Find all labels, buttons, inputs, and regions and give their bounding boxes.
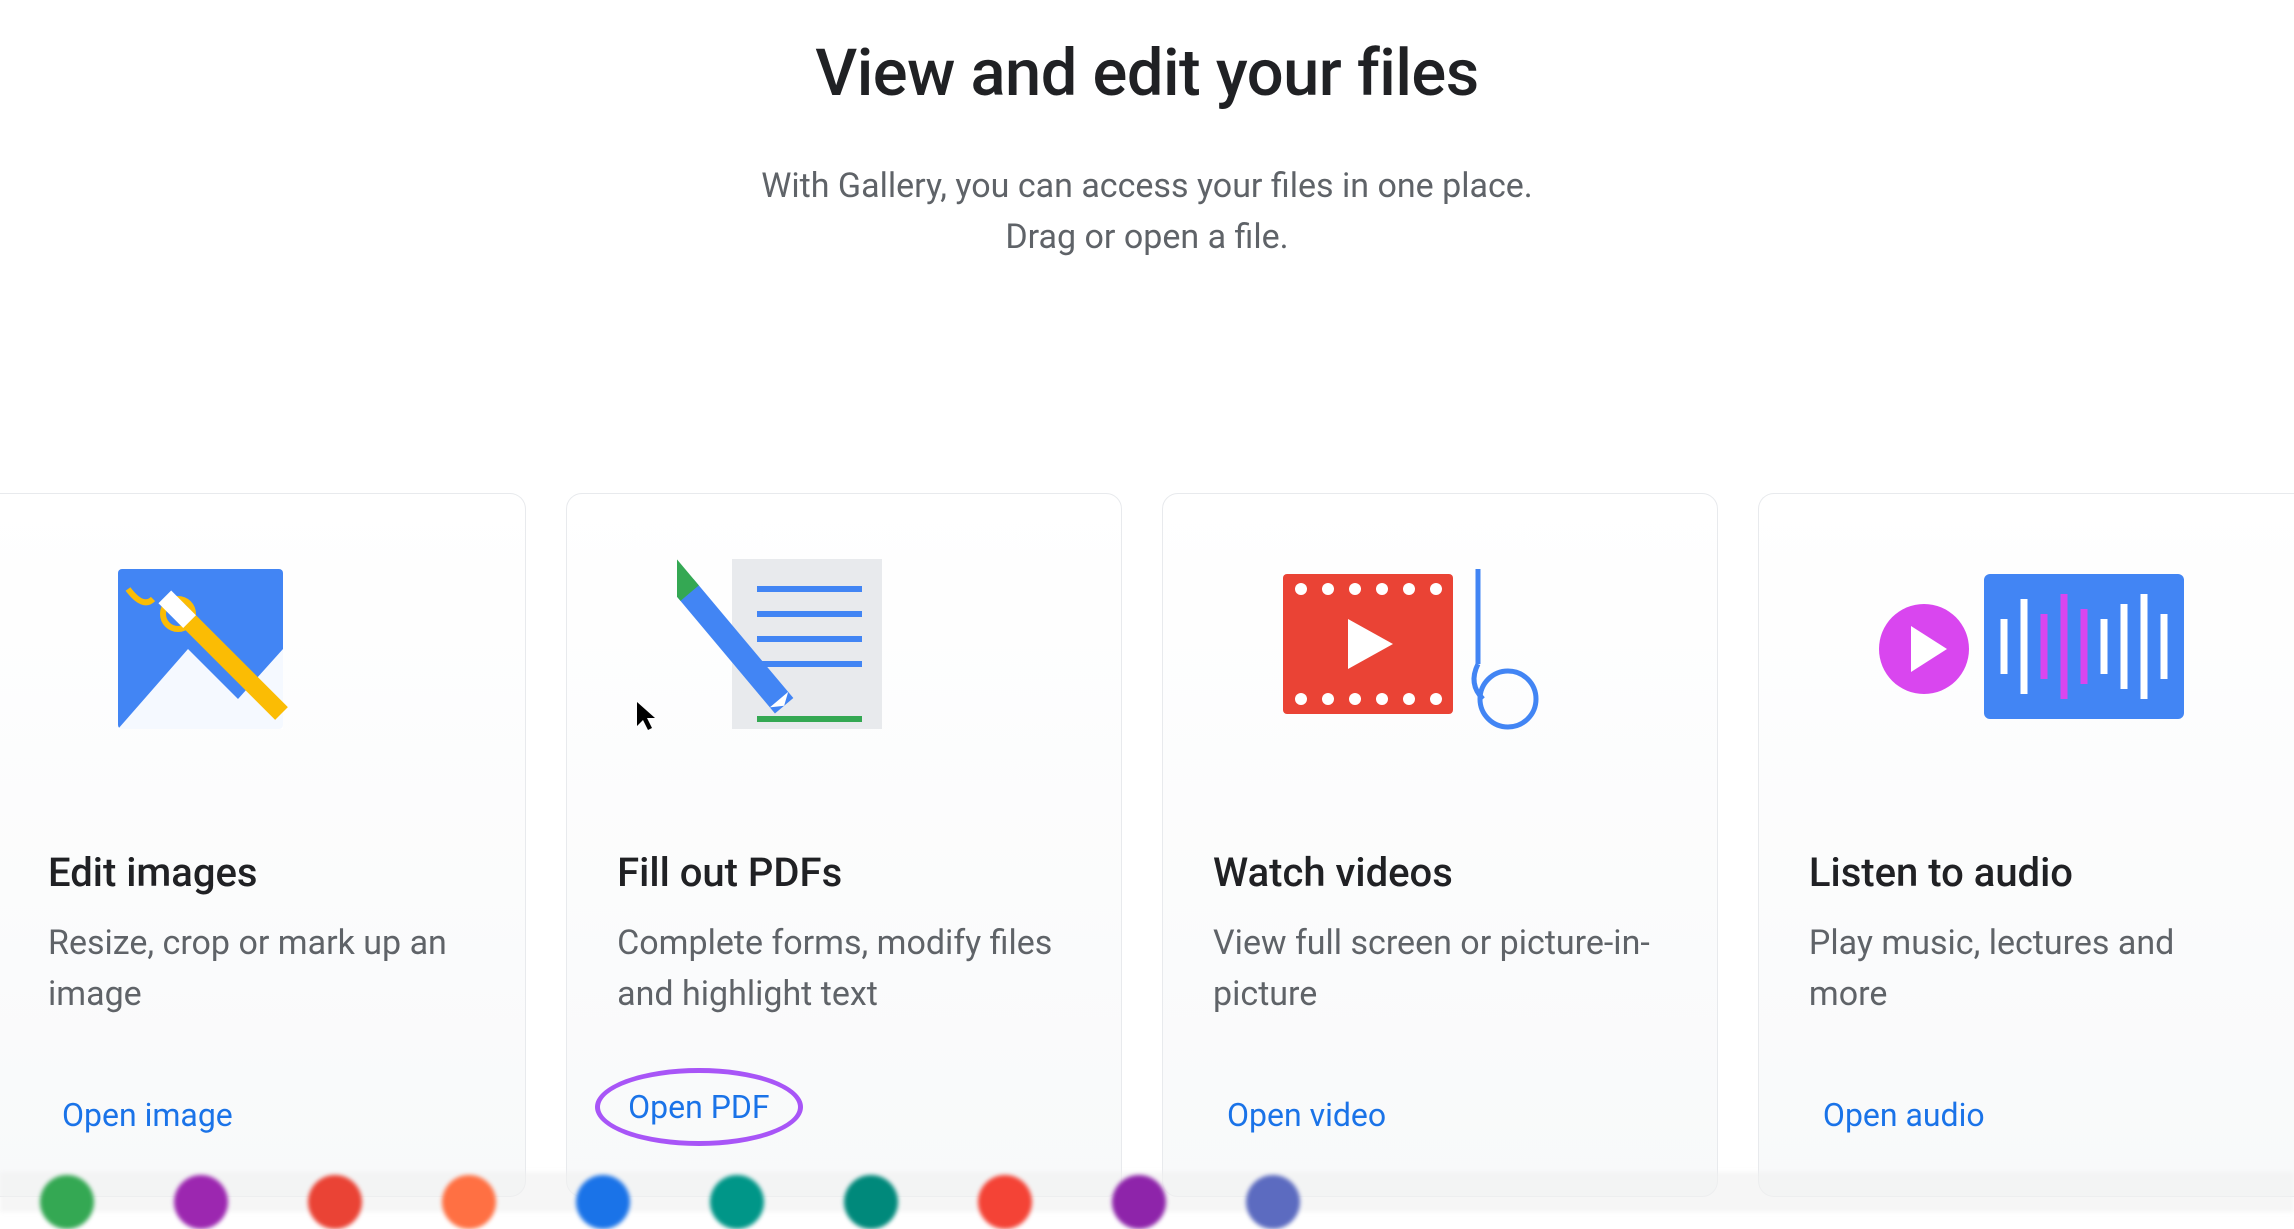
cards-container: Edit images Resize, crop or mark up an i… <box>0 493 2294 1197</box>
taskbar-app-icon[interactable] <box>1246 1175 1300 1229</box>
taskbar-app-icon[interactable] <box>174 1175 228 1229</box>
pdf-edit-icon <box>617 554 1071 734</box>
card-description: Resize, crop or mark up an image <box>48 918 475 1020</box>
taskbar-app-icon[interactable] <box>308 1175 362 1229</box>
open-pdf-button[interactable]: Open PDF <box>595 1068 802 1146</box>
mouse-cursor-icon <box>635 700 659 732</box>
video-play-icon <box>1213 554 1667 734</box>
card-description: View full screen or picture-in-picture <box>1213 918 1667 1020</box>
open-audio-button[interactable]: Open audio <box>1809 1088 1999 1142</box>
taskbar <box>0 1172 2294 1212</box>
taskbar-app-icon[interactable] <box>576 1175 630 1229</box>
taskbar-app-icon[interactable] <box>442 1175 496 1229</box>
card-title: Edit images <box>48 849 475 896</box>
page-subtitle: With Gallery, you can access your files … <box>0 161 2294 263</box>
taskbar-app-icon[interactable] <box>844 1175 898 1229</box>
taskbar-app-icon[interactable] <box>978 1175 1032 1229</box>
card-fill-pdfs: Fill out PDFs Complete forms, modify fil… <box>566 493 1122 1197</box>
taskbar-app-icon[interactable] <box>1112 1175 1166 1229</box>
card-description: Play music, lectures and more <box>1809 918 2244 1020</box>
card-title: Fill out PDFs <box>617 849 1071 896</box>
open-image-button[interactable]: Open image <box>48 1088 247 1142</box>
audio-waveform-icon <box>1809 554 2244 734</box>
page-title: View and edit your files <box>0 35 2294 111</box>
card-title: Listen to audio <box>1809 849 2244 896</box>
card-edit-images: Edit images Resize, crop or mark up an i… <box>0 493 526 1197</box>
taskbar-app-icon[interactable] <box>40 1175 94 1229</box>
page-header: View and edit your files With Gallery, y… <box>0 0 2294 263</box>
card-title: Watch videos <box>1213 849 1667 896</box>
card-description: Complete forms, modify files and highlig… <box>617 918 1071 1020</box>
taskbar-app-icon[interactable] <box>710 1175 764 1229</box>
card-watch-videos: Watch videos View full screen or picture… <box>1162 493 1718 1197</box>
card-listen-audio: Listen to audio Play music, lectures and… <box>1758 493 2294 1197</box>
image-edit-icon <box>48 554 475 734</box>
open-video-button[interactable]: Open video <box>1213 1088 1400 1142</box>
